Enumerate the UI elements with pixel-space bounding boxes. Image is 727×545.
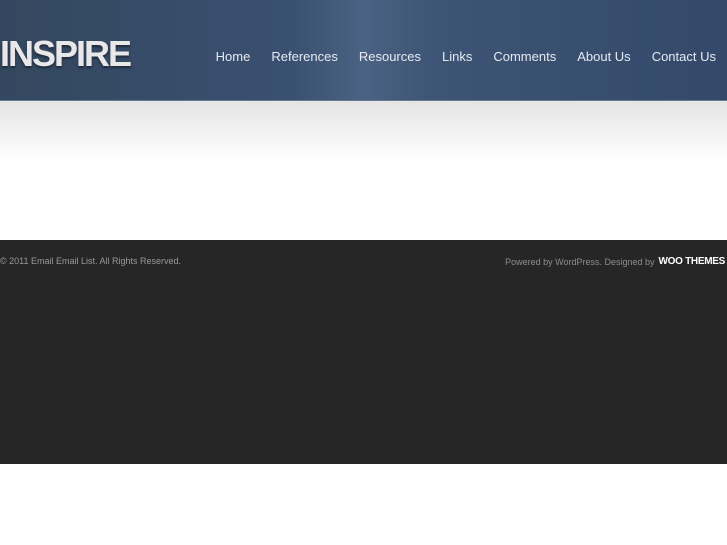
woothemes-logo[interactable]: WOO THEMES bbox=[659, 256, 726, 267]
site-logo[interactable]: INSPIRE bbox=[0, 33, 132, 75]
nav-about-us[interactable]: About Us bbox=[577, 49, 630, 64]
copyright-text: © 2011 Email Email List. All Rights Rese… bbox=[0, 256, 182, 266]
credit: Powered by WordPress. Designed by WOO TH… bbox=[505, 256, 725, 267]
content-band bbox=[0, 101, 727, 161]
nav-comments[interactable]: Comments bbox=[493, 49, 556, 64]
nav-contact-us[interactable]: Contact Us bbox=[652, 49, 716, 64]
site-header: INSPIRE Home References Resources Links … bbox=[0, 0, 727, 101]
nav-home[interactable]: Home bbox=[216, 49, 251, 64]
main-nav: Home References Resources Links Comments… bbox=[216, 49, 716, 64]
site-footer: © 2011 Email Email List. All Rights Rese… bbox=[0, 240, 727, 464]
nav-references[interactable]: References bbox=[271, 49, 337, 64]
nav-resources[interactable]: Resources bbox=[359, 49, 421, 64]
nav-links[interactable]: Links bbox=[442, 49, 472, 64]
credit-text: Powered by WordPress. Designed by bbox=[505, 256, 655, 267]
